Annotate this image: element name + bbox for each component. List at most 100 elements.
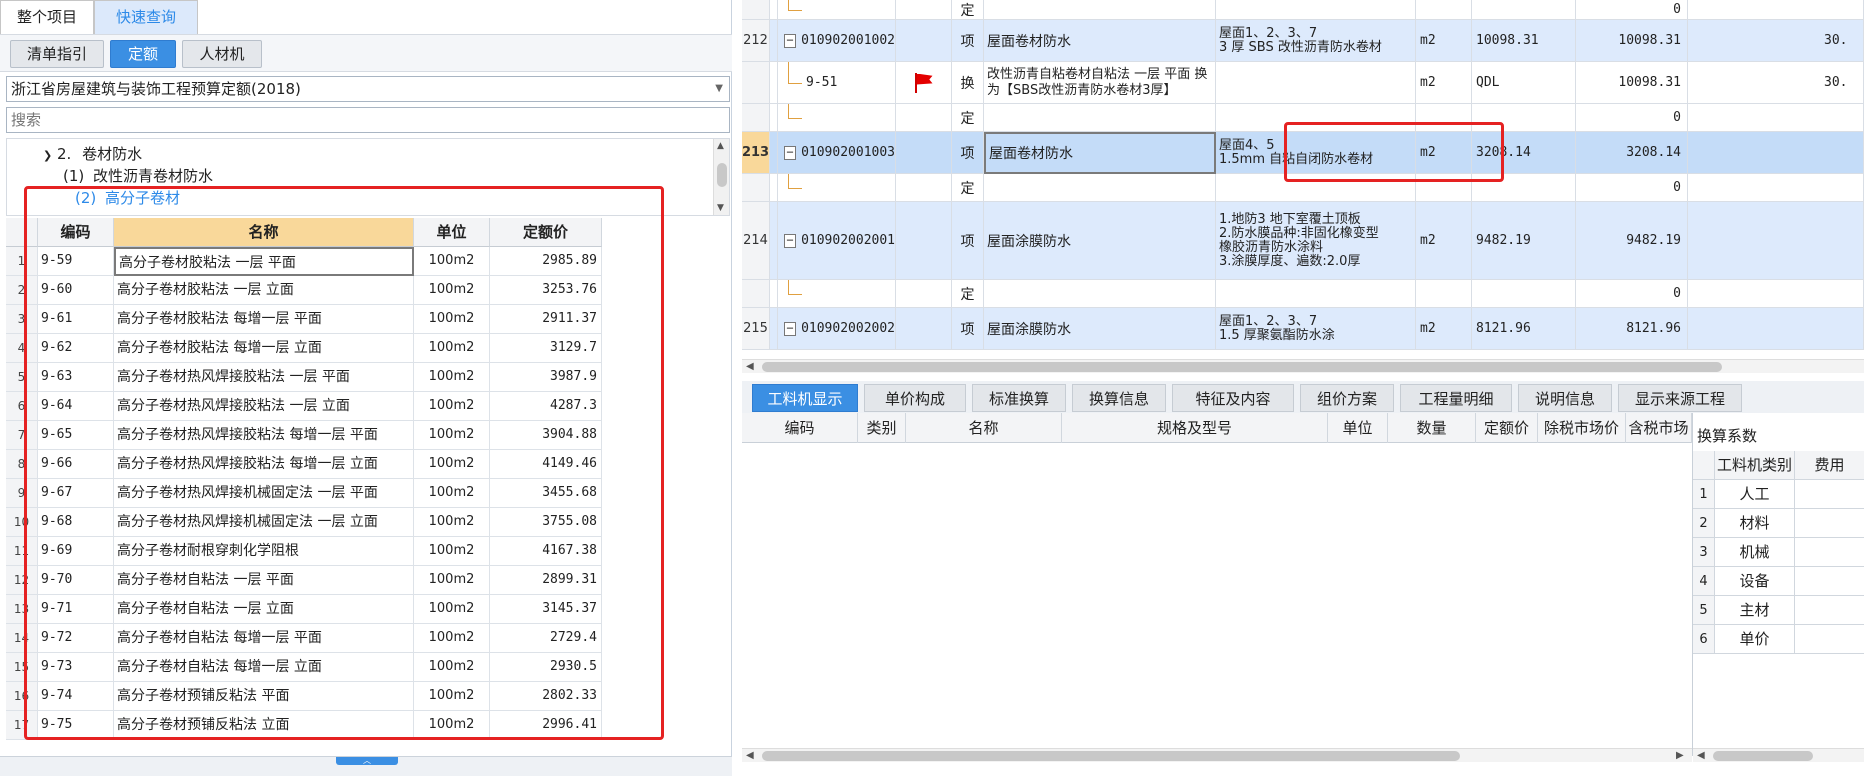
quota-price[interactable]: 2802.33 <box>490 682 602 711</box>
quota-name[interactable]: 高分子卷材热风焊接胶粘法 一层 平面 <box>114 363 414 392</box>
bill-code-cell[interactable]: −010902001002 <box>778 20 896 62</box>
quota-price[interactable]: 2911.37 <box>490 305 602 334</box>
bill-name[interactable]: 屋面涂膜防水 <box>984 202 1216 280</box>
table-row[interactable]: 9 9-67 高分子卷材热风焊接机械固定法 一层 平面 100m2 3455.68 <box>6 479 602 508</box>
collapse-handle-icon[interactable]: ︿ <box>336 757 398 765</box>
unit-price[interactable] <box>1688 0 1864 20</box>
bill-type[interactable]: 换 <box>952 62 984 104</box>
quota-unit[interactable]: 100m2 <box>414 421 490 450</box>
bill-unit[interactable] <box>1416 280 1472 308</box>
quantity[interactable]: 10098.31 <box>1576 20 1688 62</box>
quota-name[interactable]: 高分子卷材预铺反粘法 平面 <box>114 682 414 711</box>
table-row[interactable]: 4 9-62 高分子卷材胶粘法 每增一层 立面 100m2 3129.7 <box>6 334 602 363</box>
bill-name[interactable]: 改性沥青自粘卷材自粘法 一层 平面 换为【SBS改性沥青防水卷材3厚】 <box>984 62 1216 104</box>
quota-unit[interactable]: 100m2 <box>414 305 490 334</box>
quota-name[interactable]: 高分子卷材自粘法 一层 平面 <box>114 566 414 595</box>
quota-code[interactable]: 9-59 <box>38 247 114 276</box>
bill-code-cell[interactable]: −010902002002 <box>778 308 896 350</box>
quota-code[interactable]: 9-70 <box>38 566 114 595</box>
bill-type[interactable]: 项 <box>952 202 984 280</box>
table-row[interactable]: 16 9-74 高分子卷材预铺反粘法 平面 100m2 2802.33 <box>6 682 602 711</box>
quota-code[interactable]: 9-71 <box>38 595 114 624</box>
bill-unit[interactable]: m2 <box>1416 62 1472 104</box>
tree-scrollbar[interactable]: ▲ ▼ <box>713 139 729 215</box>
quota-code[interactable]: 9-68 <box>38 508 114 537</box>
flag-cell[interactable] <box>896 280 952 308</box>
bill-code-cell[interactable] <box>778 104 896 132</box>
table-row[interactable]: 11 9-69 高分子卷材耐根穿刺化学阻根 100m2 4167.38 <box>6 537 602 566</box>
panel-splitter[interactable]: ︿ <box>0 756 732 776</box>
bill-unit[interactable]: m2 <box>1416 308 1472 350</box>
quota-name[interactable]: 高分子卷材热风焊接胶粘法 每增一层 平面 <box>114 421 414 450</box>
bill-code-cell[interactable] <box>778 0 896 20</box>
quota-price[interactable]: 3455.68 <box>490 479 602 508</box>
quota-name[interactable]: 高分子卷材耐根穿刺化学阻根 <box>114 537 414 566</box>
tree-node-polymer-membrane[interactable]: (2) 高分子卷材 <box>75 185 180 211</box>
bill-name[interactable] <box>984 280 1216 308</box>
quota-name[interactable]: 高分子卷材胶粘法 每增一层 平面 <box>114 305 414 334</box>
quota-code[interactable]: 9-67 <box>38 479 114 508</box>
scroll-thumb[interactable] <box>717 163 727 187</box>
table-row[interactable]: 8 9-66 高分子卷材热风焊接胶粘法 每增一层 立面 100m2 4149.46 <box>6 450 602 479</box>
quantity-expression[interactable] <box>1472 104 1576 132</box>
quantity[interactable]: 9482.19 <box>1576 202 1688 280</box>
unit-price[interactable] <box>1688 308 1864 350</box>
quota-unit[interactable]: 100m2 <box>414 450 490 479</box>
bill-code-cell[interactable] <box>778 174 896 202</box>
quantity[interactable]: 0 <box>1576 280 1688 308</box>
quota-price[interactable]: 2899.31 <box>490 566 602 595</box>
tab-labor-material-machine[interactable]: 人材机 <box>182 40 262 68</box>
flag-cell[interactable] <box>896 174 952 202</box>
bill-unit[interactable] <box>1416 0 1472 20</box>
table-row[interactable]: 15 9-73 高分子卷材自粘法 每增一层 立面 100m2 2930.5 <box>6 653 602 682</box>
collapse-icon[interactable]: − <box>784 321 797 336</box>
scroll-thumb[interactable] <box>762 751 1460 761</box>
bill-name[interactable] <box>984 174 1216 202</box>
tab-detail-8[interactable]: 说明信息 <box>1518 384 1612 412</box>
resource-header-7[interactable]: 定额价 <box>1476 413 1538 443</box>
quota-unit[interactable]: 100m2 <box>414 508 490 537</box>
bill-type[interactable]: 定 <box>952 174 984 202</box>
flag-cell[interactable] <box>896 0 952 20</box>
unit-price[interactable]: 30. <box>1688 62 1864 104</box>
quota-code[interactable]: 9-64 <box>38 392 114 421</box>
scroll-left-icon[interactable]: ◀ <box>1697 749 1705 763</box>
quota-name[interactable]: 高分子卷材热风焊接机械固定法 一层 平面 <box>114 479 414 508</box>
bill-name[interactable] <box>984 104 1216 132</box>
bill-name[interactable]: 屋面涂膜防水 <box>984 308 1216 350</box>
quantity[interactable]: 0 <box>1576 174 1688 202</box>
header-unit[interactable]: 单位 <box>414 218 490 247</box>
resource-header-1[interactable]: 编码 <box>742 413 858 443</box>
bill-name[interactable] <box>984 0 1216 20</box>
item-feature-cell[interactable]: 屋面4、5 1.5mm 自粘自闭防水卷材 <box>1216 132 1416 174</box>
flag-cell[interactable] <box>896 20 952 62</box>
quota-unit[interactable]: 100m2 <box>414 624 490 653</box>
scroll-right-icon[interactable]: ▶ <box>1676 749 1684 763</box>
table-row[interactable]: 212−010902001002 项屋面卷材防水 屋面1、2、3、7 3 厚 SBS … <box>742 20 1864 62</box>
table-row[interactable]: 213−010902001003 项屋面卷材防水 屋面4、5 1.5mm 自粘自闭防水… <box>742 132 1864 174</box>
bill-unit[interactable]: m2 <box>1416 202 1472 280</box>
resource-header-3[interactable]: 名称 <box>906 413 1062 443</box>
quota-code[interactable]: 9-60 <box>38 276 114 305</box>
bill-code-cell[interactable]: −010902001003 <box>778 132 896 174</box>
resource-header-5[interactable]: 单位 <box>1328 413 1388 443</box>
quota-code[interactable]: 9-66 <box>38 450 114 479</box>
tab-whole-project[interactable]: 整个项目 <box>0 0 95 34</box>
table-row[interactable]: 13 9-71 高分子卷材自粘法 一层 立面 100m2 3145.37 <box>6 595 602 624</box>
tab-detail-3[interactable]: 标准换算 <box>972 384 1066 412</box>
resource-header-9[interactable]: 含税市场 <box>1626 413 1692 443</box>
table-row[interactable]: 6 单价 <box>1693 625 1864 654</box>
quota-price[interactable]: 3253.76 <box>490 276 602 305</box>
quota-unit[interactable]: 100m2 <box>414 682 490 711</box>
item-feature-cell[interactable]: 屋面1、2、3、7 1.5 厚聚氨酯防水涂 <box>1216 308 1416 350</box>
quota-unit[interactable]: 100m2 <box>414 566 490 595</box>
bill-unit[interactable] <box>1416 174 1472 202</box>
tab-detail-5[interactable]: 特征及内容 <box>1172 384 1294 412</box>
quota-price[interactable]: 3129.7 <box>490 334 602 363</box>
quota-price[interactable]: 4149.46 <box>490 450 602 479</box>
scroll-left-icon[interactable]: ◀ <box>746 360 754 374</box>
unit-price[interactable] <box>1688 280 1864 308</box>
bill-type[interactable]: 项 <box>952 20 984 62</box>
scroll-left-icon[interactable]: ◀ <box>746 749 754 763</box>
tab-detail-4[interactable]: 换算信息 <box>1072 384 1166 412</box>
